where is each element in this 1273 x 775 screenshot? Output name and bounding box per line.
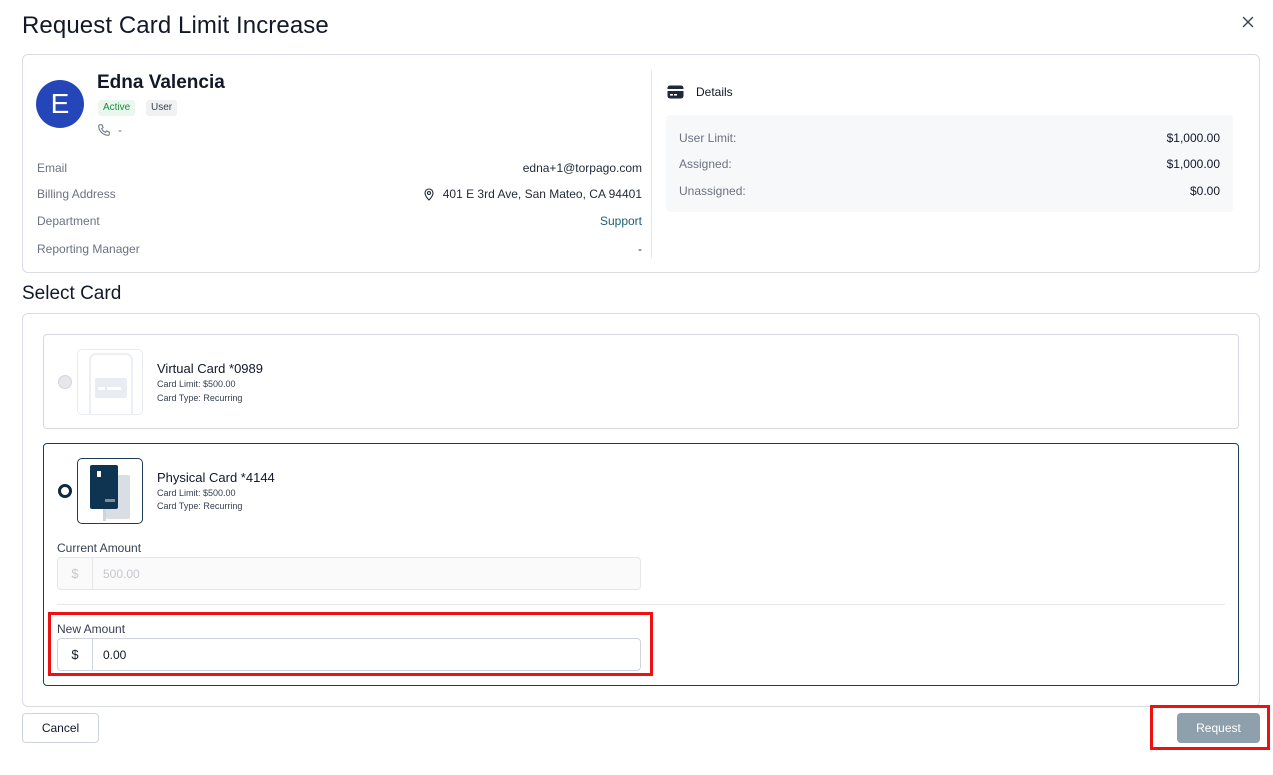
reporting-manager-row: Reporting Manager - [37, 240, 642, 258]
virtual-card-image [77, 349, 143, 415]
physical-card-limit: Card Limit: $500.00 [157, 488, 236, 498]
unassigned-label: Unassigned: [679, 184, 746, 198]
department-row: Department Support [37, 212, 642, 230]
card-option-virtual[interactable]: Virtual Card *0989 Card Limit: $500.00 C… [43, 334, 1239, 429]
amount-divider [57, 604, 1225, 605]
unassigned-row: Unassigned: $0.00 [679, 184, 1220, 198]
radio-physical-card[interactable] [58, 484, 72, 498]
credit-card-icon [667, 85, 684, 99]
user-name: Edna Valencia [97, 72, 225, 93]
unassigned-value: $0.00 [1189, 184, 1220, 198]
billing-address-value: 401 E 3rd Ave, San Mateo, CA 94401 [423, 187, 642, 201]
assigned-row: Assigned: $1,000.00 [679, 157, 1220, 171]
physical-card-name: Physical Card *4144 [157, 470, 275, 485]
modal-title: Request Card Limit Increase [22, 12, 329, 39]
physical-card-type: Card Type: Recurring [157, 501, 243, 511]
currency-prefix: $ [58, 558, 93, 589]
assigned-value: $1,000.00 [1166, 157, 1220, 171]
phone-row: - [97, 123, 122, 137]
current-amount-input [93, 558, 640, 589]
details-box: User Limit: $1,000.00 Assigned: $1,000.0… [666, 115, 1233, 212]
cards-panel: Virtual Card *0989 Card Limit: $500.00 C… [22, 313, 1260, 707]
role-badge: User [146, 100, 178, 116]
new-amount-field[interactable]: $ [57, 638, 641, 671]
physical-card-image [77, 458, 143, 524]
virtual-card-name: Virtual Card *0989 [157, 361, 263, 376]
billing-address-row: Billing Address 401 E 3rd Ave, San Mateo… [37, 185, 642, 203]
location-pin-icon [424, 187, 434, 201]
email-label: Email [37, 161, 68, 175]
user-info-card: E Edna Valencia Active User - Email edna… [22, 54, 1260, 273]
department-label: Department [37, 214, 100, 228]
department-link[interactable]: Support [600, 214, 642, 228]
virtual-card-type: Card Type: Recurring [157, 393, 243, 403]
user-limit-label: User Limit: [679, 131, 737, 145]
email-row: Email edna+1@torpago.com [37, 159, 642, 177]
email-value: edna+1@torpago.com [522, 161, 642, 175]
user-limit-row: User Limit: $1,000.00 [679, 131, 1220, 145]
assigned-label: Assigned: [679, 157, 732, 171]
request-button[interactable]: Request [1177, 713, 1260, 743]
select-card-title: Select Card [22, 283, 122, 304]
details-heading: Details [696, 85, 733, 99]
cancel-button[interactable]: Cancel [22, 713, 99, 743]
radio-virtual-card[interactable] [58, 375, 72, 389]
billing-address-label: Billing Address [37, 187, 116, 201]
billing-address-text: 401 E 3rd Ave, San Mateo, CA 94401 [442, 187, 642, 201]
current-amount-field: $ [57, 557, 641, 590]
new-amount-label: New Amount [57, 622, 126, 636]
vertical-divider [651, 70, 652, 258]
user-limit-value: $1,000.00 [1166, 131, 1220, 145]
reporting-manager-label: Reporting Manager [37, 242, 140, 256]
close-button[interactable] [1238, 12, 1258, 32]
status-badge: Active [98, 100, 136, 116]
details-header: Details [667, 85, 733, 99]
reporting-manager-value: - [638, 242, 642, 256]
phone-value: - [118, 123, 122, 137]
close-icon [1242, 16, 1254, 28]
new-amount-input[interactable] [93, 639, 640, 670]
card-option-physical[interactable]: Physical Card *4144 Card Limit: $500.00 … [43, 443, 1239, 686]
current-amount-label: Current Amount [57, 541, 142, 555]
avatar: E [36, 80, 84, 128]
phone-icon [98, 124, 110, 136]
currency-prefix: $ [58, 639, 93, 670]
virtual-card-limit: Card Limit: $500.00 [157, 379, 236, 389]
